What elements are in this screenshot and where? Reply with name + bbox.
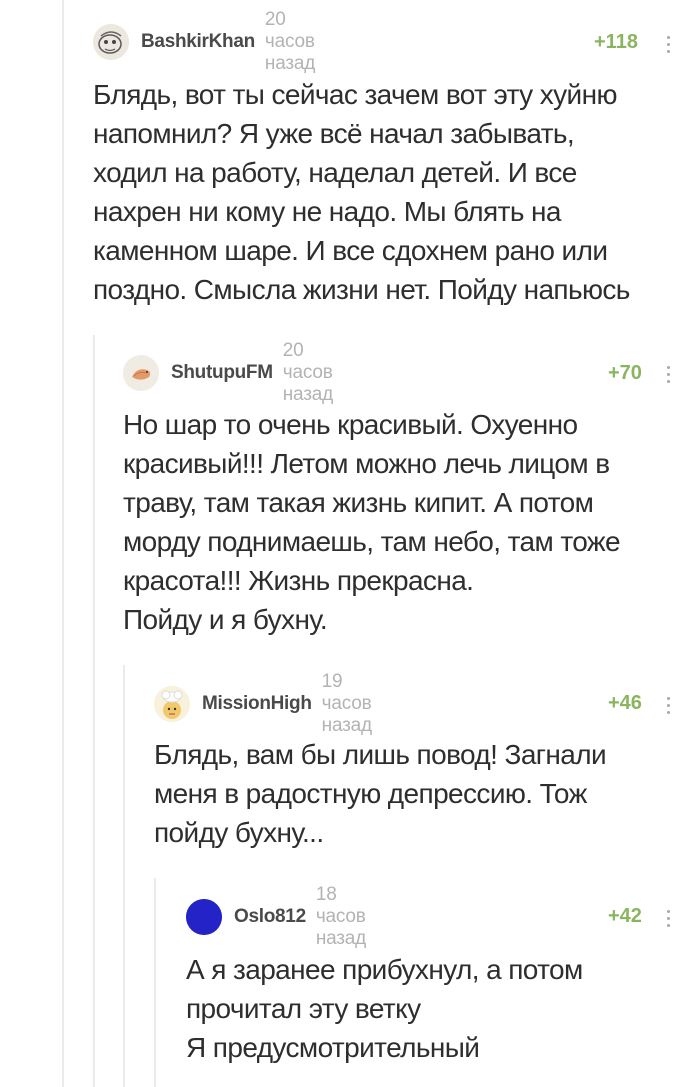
timestamp[interactable]: 18 часов назад xyxy=(316,884,366,950)
timestamp[interactable]: 19 часов назад xyxy=(322,671,372,737)
comment-line: красивый!!! Летом можно лечь лицом в xyxy=(123,448,610,479)
avatar[interactable] xyxy=(123,355,159,391)
comment-header: ShutupuFM 20 часов назад xyxy=(123,340,333,405)
more-options-icon[interactable] xyxy=(667,36,671,56)
comment-line: траву, там такая жизнь кипит. А потом xyxy=(123,487,594,518)
comment-line: Пойду и я бухну. xyxy=(123,604,328,635)
comment-line: Я предусмотрительный xyxy=(186,1032,480,1063)
comment-line: ходил на работу, наделал детей. И все xyxy=(93,157,577,188)
avatar-shrimp-icon xyxy=(123,355,159,391)
comment-line: красота!!! Жизнь прекрасна. xyxy=(123,565,474,596)
comment-line: Блядь, вам бы лишь повод! Загнали xyxy=(154,739,607,770)
username[interactable]: ShutupuFM xyxy=(171,362,273,384)
thread-line-level-2 xyxy=(93,335,95,1087)
comment-line: меня в радостную депрессию. Тож xyxy=(154,778,587,809)
comment-line: каменном шаре. И все сдохнем рано или xyxy=(93,235,608,266)
comment-line: Блядь, вот ты сейчас зачем вот эту хуйню xyxy=(93,79,617,110)
more-options-icon[interactable] xyxy=(667,697,671,717)
avatar-blue-circle-icon xyxy=(186,899,222,935)
comment-line: морду поднимаешь, там небо, там тоже xyxy=(123,526,621,557)
comment-header: BashkirKhan 20 часов назад xyxy=(93,9,315,74)
rating: +42 xyxy=(608,905,642,927)
thread-line-level-1 xyxy=(62,0,64,1087)
username[interactable]: BashkirKhan xyxy=(141,31,255,53)
comment-header: Oslo812 18 часов назад xyxy=(186,884,366,949)
thread-line-level-3 xyxy=(123,665,125,1087)
avatar[interactable] xyxy=(154,686,190,722)
avatar-chef-icon xyxy=(154,686,190,722)
comment-text: Блядь, вам бы лишь повод! Загнали меня в… xyxy=(154,735,607,852)
comment-line: напомнил? Я уже всё начал забывать, xyxy=(93,118,575,149)
comment-text: А я заранее прибухнул, а потом прочитал … xyxy=(186,950,583,1067)
comment-line: прочитал эту ветку xyxy=(186,993,421,1024)
comment-line: Но шар то очень красивый. Охуенно xyxy=(123,409,578,440)
more-options-icon[interactable] xyxy=(667,366,671,386)
comment-text: Но шар то очень красивый. Охуенно красив… xyxy=(123,405,621,639)
comment-line: пойду бухну... xyxy=(154,817,324,848)
timestamp[interactable]: 20 часов назад xyxy=(283,340,333,406)
comment-header: MissionHigh 19 часов назад xyxy=(154,671,372,736)
thread-line-level-4 xyxy=(154,878,156,1087)
comment-line: нахрен ни кому не надо. Мы блять на xyxy=(93,196,561,227)
avatar[interactable] xyxy=(93,24,129,60)
timestamp[interactable]: 20 часов назад xyxy=(265,9,315,75)
comment-line: А я заранее прибухнул, а потом xyxy=(186,954,583,985)
rating: +70 xyxy=(608,362,642,384)
avatar-sketch-icon xyxy=(93,24,129,60)
rating: +46 xyxy=(608,692,642,714)
more-options-icon[interactable] xyxy=(667,910,671,930)
rating: +118 xyxy=(594,31,638,53)
username[interactable]: MissionHigh xyxy=(202,693,312,715)
comment-line: поздно. Смысла жизни нет. Пойду напьюсь xyxy=(93,274,630,305)
avatar[interactable] xyxy=(186,899,222,935)
username[interactable]: Oslo812 xyxy=(234,906,306,928)
comment-text: Блядь, вот ты сейчас зачем вот эту хуйню… xyxy=(93,75,630,309)
